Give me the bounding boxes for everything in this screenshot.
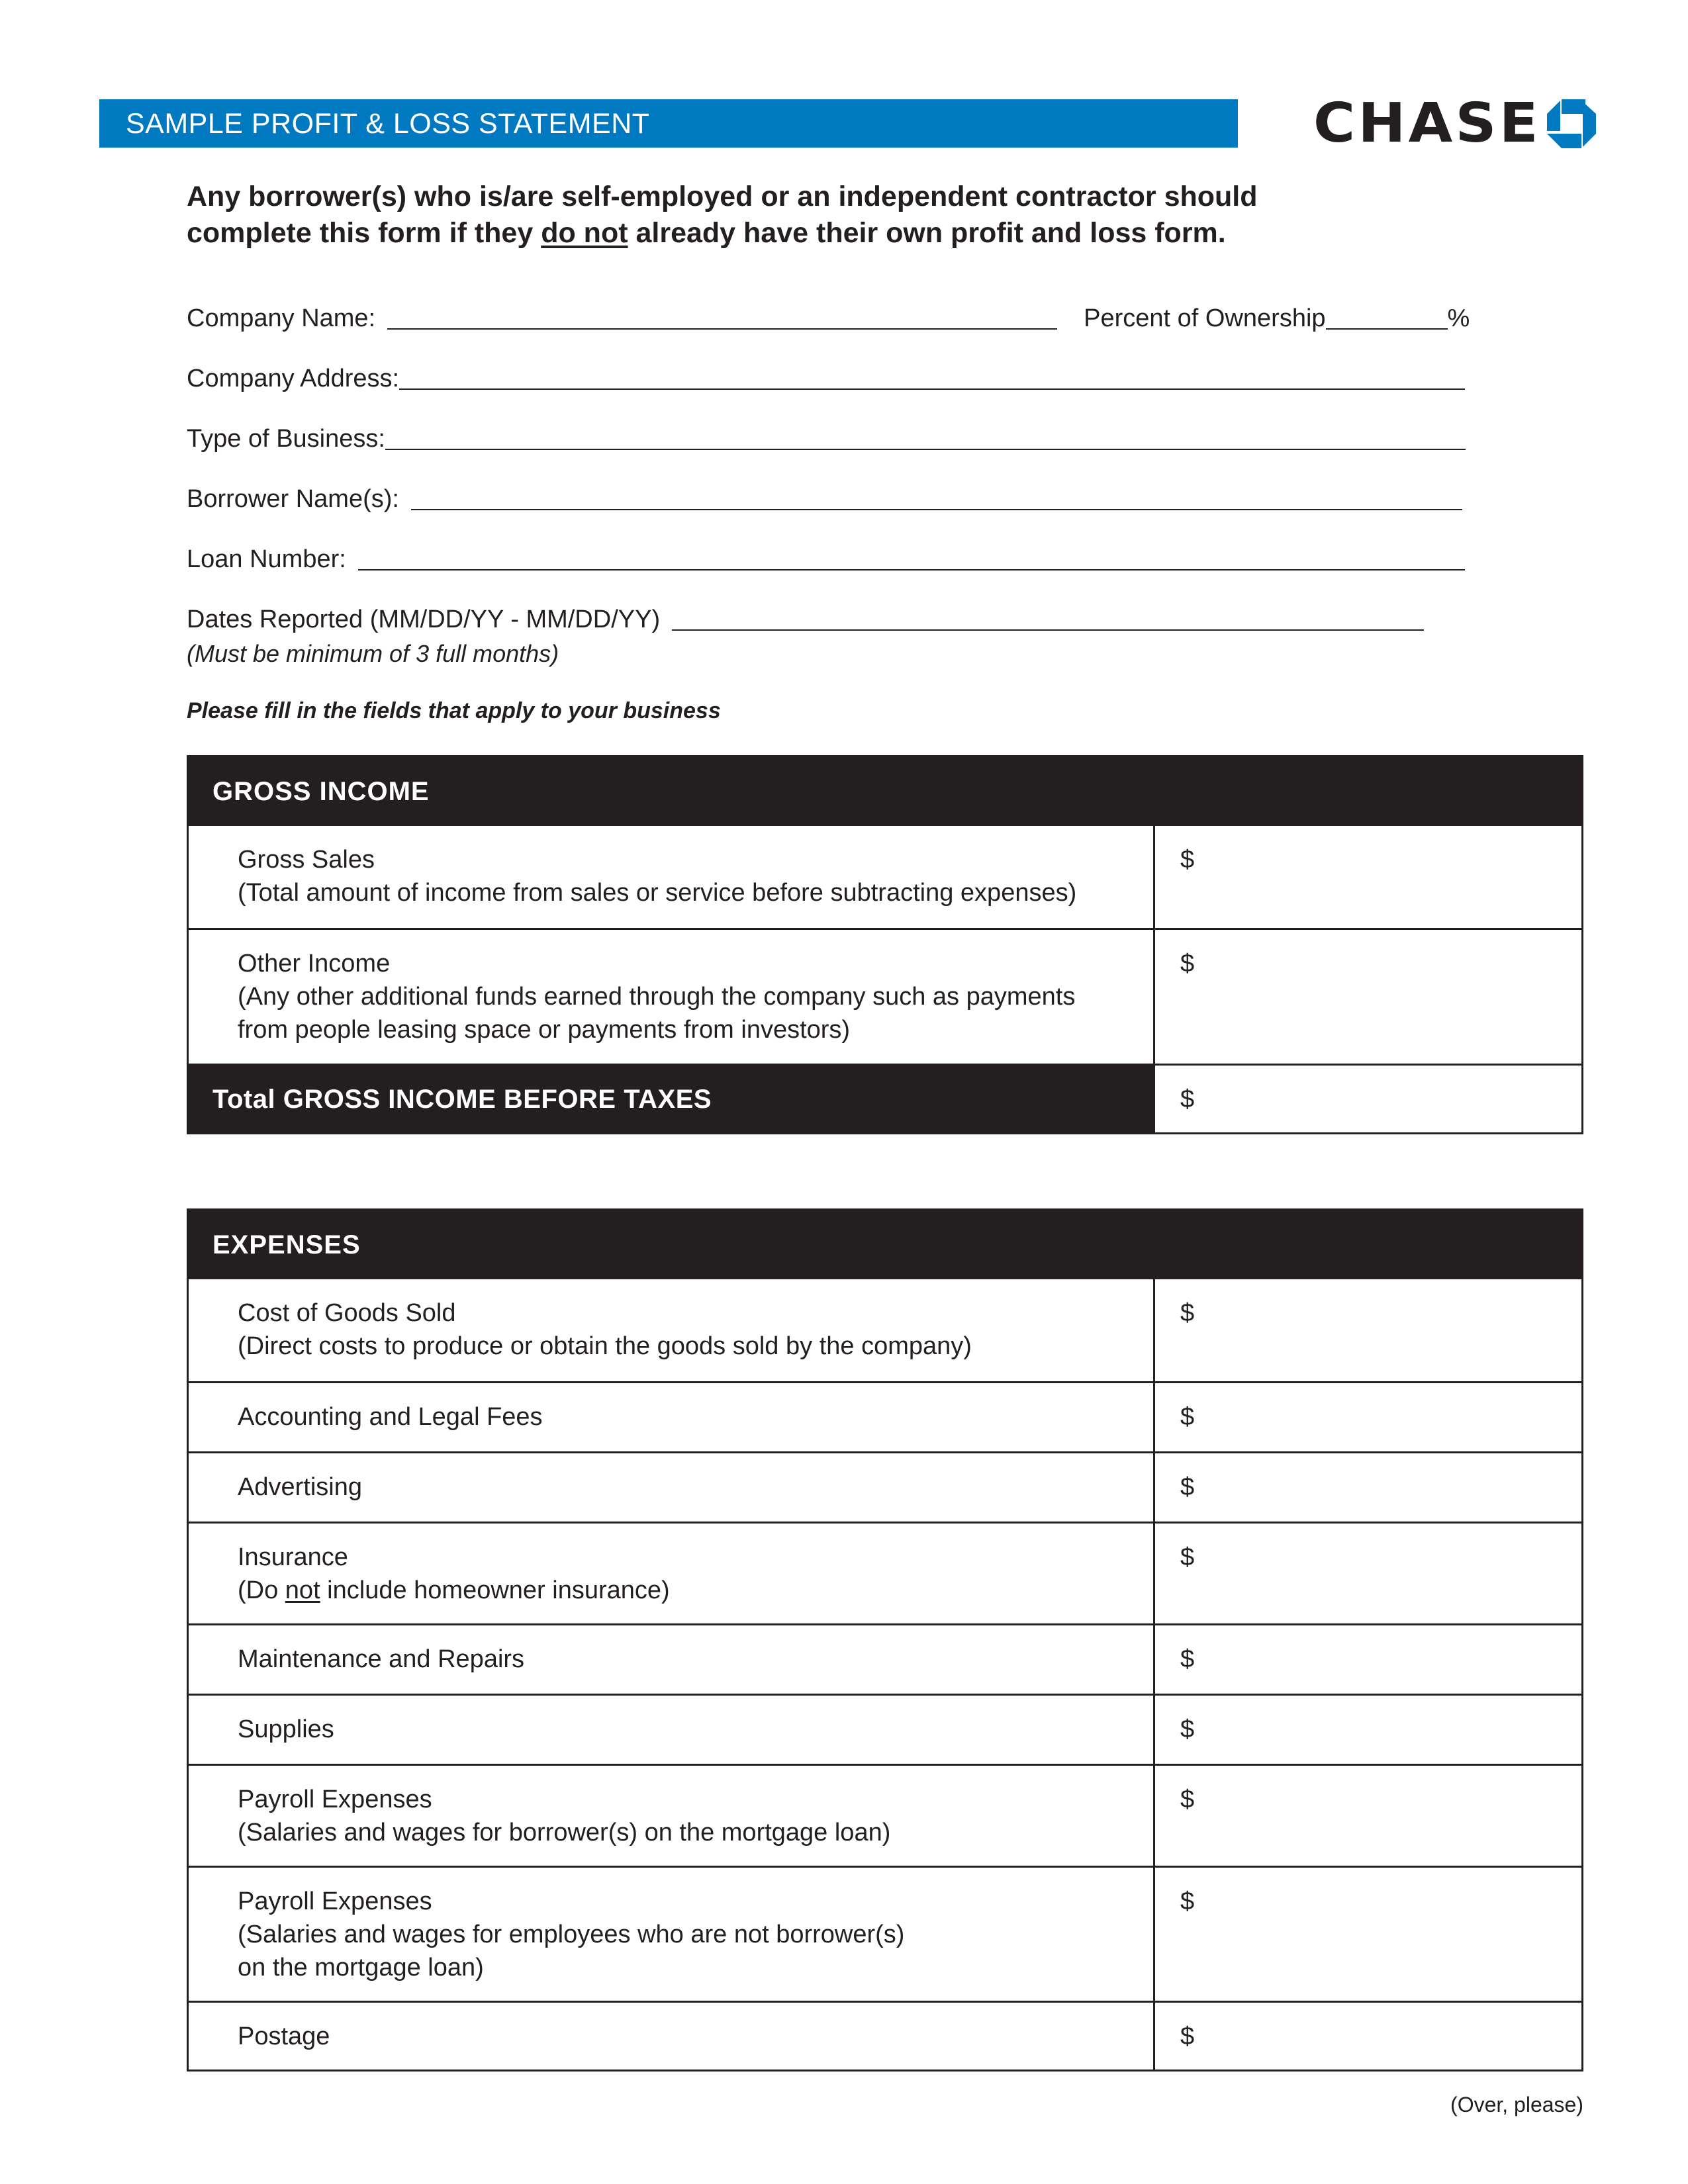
dollar-sign: $	[1180, 1403, 1195, 1431]
type-of-business-row: Type of Business:	[187, 422, 1466, 455]
chase-octagon-icon	[1547, 99, 1597, 148]
postage-amount-field[interactable]: $	[1155, 2003, 1581, 2070]
logo-wordmark: CHASE	[1313, 92, 1541, 155]
borrower-names-label: Borrower Name(s):	[187, 485, 399, 513]
expenses-heading: EXPENSES	[189, 1210, 1581, 1279]
title-bar: SAMPLE PROFIT & LOSS STATEMENT	[99, 99, 1238, 148]
insurance-amount-field[interactable]: $	[1155, 1524, 1581, 1623]
supplies-amount-field[interactable]: $	[1155, 1696, 1581, 1764]
instruction-text: Please fill in the fields that apply to …	[187, 698, 721, 723]
dollar-sign: $	[1180, 1645, 1195, 1673]
gross-income-heading: GROSS INCOME	[189, 757, 1581, 826]
table-row: Supplies $	[189, 1694, 1581, 1764]
row-label: Accounting and Legal Fees	[238, 1403, 543, 1431]
dates-reported-label: Dates Reported (MM/DD/YY - MM/DD/YY)	[187, 606, 661, 633]
row-label: Other Income	[238, 950, 391, 978]
row-label: Insurance	[238, 1543, 348, 1571]
dates-reported-field[interactable]	[672, 629, 1425, 631]
type-of-business-label: Type of Business:	[187, 425, 385, 453]
row-label: Supplies	[238, 1715, 334, 1743]
intro-line-1: Any borrower(s) who is/are self-employed…	[187, 181, 1258, 212]
row-detail: (Any other additional funds earned throu…	[238, 983, 1076, 1011]
dollar-sign: $	[1180, 1786, 1195, 1813]
over-please-note: (Over, please)	[1450, 2093, 1583, 2116]
row-detail: (Direct costs to produce or obtain the g…	[238, 1332, 972, 1360]
percent-suffix: %	[1447, 304, 1470, 332]
loan-number-label: Loan Number:	[187, 545, 346, 573]
dollar-sign: $	[1180, 1543, 1195, 1571]
total-prefix: Total	[212, 1084, 283, 1114]
dollar-sign: $	[1180, 846, 1195, 874]
payroll-borrowers-amount-field[interactable]: $	[1155, 1766, 1581, 1866]
row-detail-cont: on the mortgage loan)	[238, 1954, 484, 1981]
table-row: Payroll Expenses (Salaries and wages for…	[189, 1764, 1581, 1866]
row-detail: (Total amount of income from sales or se…	[238, 879, 1077, 907]
row-label: Payroll Expenses	[238, 1888, 432, 1915]
loan-number-field[interactable]	[357, 569, 1465, 570]
table-row: Gross Sales (Total amount of income from…	[189, 826, 1581, 928]
expenses-table: EXPENSES Cost of Goods Sold (Direct cost…	[187, 1208, 1583, 2071]
total-row: Total GROSS INCOME BEFORE TAXES $	[189, 1064, 1581, 1132]
maintenance-amount-field[interactable]: $	[1155, 1625, 1581, 1694]
cost-of-goods-amount-field[interactable]: $	[1155, 1279, 1581, 1381]
row-label: Cost of Goods Sold	[238, 1299, 456, 1327]
borrower-names-field[interactable]	[410, 509, 1462, 510]
row-label: Advertising	[238, 1473, 362, 1501]
advertising-amount-field[interactable]: $	[1155, 1453, 1581, 1522]
company-address-label: Company Address:	[187, 365, 400, 392]
table-row: Advertising $	[189, 1451, 1581, 1522]
table-row: Other Income (Any other additional funds…	[189, 928, 1581, 1064]
table-row: Cost of Goods Sold (Direct costs to prod…	[189, 1279, 1581, 1381]
document-title: SAMPLE PROFIT & LOSS STATEMENT	[126, 108, 650, 140]
loan-number-row: Loan Number:	[187, 543, 1465, 576]
table-row: Accounting and Legal Fees $	[189, 1381, 1581, 1451]
type-of-business-field[interactable]	[385, 449, 1466, 450]
dollar-sign: $	[1180, 2023, 1195, 2050]
emphasis-do-not: do not	[541, 217, 628, 249]
total-label: GROSS INCOME BEFORE TAXES	[283, 1084, 712, 1114]
row-label: Postage	[238, 2023, 330, 2050]
row-label: Maintenance and Repairs	[238, 1645, 525, 1673]
emphasis-not: not	[285, 1576, 320, 1604]
chase-logo: CHASE	[1313, 92, 1597, 155]
row-label: Gross Sales	[238, 846, 375, 874]
gross-income-table: GROSS INCOME Gross Sales (Total amount o…	[187, 755, 1583, 1134]
percent-ownership-label: Percent of Ownership	[1084, 304, 1326, 332]
total-gross-income-field[interactable]: $	[1155, 1066, 1581, 1132]
payroll-employees-amount-field[interactable]: $	[1155, 1868, 1581, 2001]
table-row: Postage $	[189, 2001, 1581, 2070]
dates-reported-note: (Must be minimum of 3 full months)	[187, 640, 559, 667]
company-name-label: Company Name:	[187, 304, 376, 332]
borrower-names-row: Borrower Name(s):	[187, 482, 1462, 516]
company-name-field[interactable]	[387, 328, 1058, 330]
row-label: Payroll Expenses	[238, 1786, 432, 1813]
dates-reported-row: Dates Reported (MM/DD/YY - MM/DD/YY)	[187, 603, 1425, 636]
company-address-field[interactable]	[399, 388, 1466, 390]
dollar-sign: $	[1180, 1085, 1195, 1113]
table-row: Maintenance and Repairs $	[189, 1623, 1581, 1694]
other-income-amount-field[interactable]: $	[1155, 930, 1581, 1064]
percent-ownership-field[interactable]	[1325, 328, 1448, 330]
row-detail-cont: from people leasing space or payments fr…	[238, 1016, 851, 1044]
dollar-sign: $	[1180, 1473, 1195, 1501]
row-detail: (Salaries and wages for borrower(s) on t…	[238, 1819, 891, 1846]
dollar-sign: $	[1180, 1299, 1195, 1327]
dollar-sign: $	[1180, 1888, 1195, 1915]
table-row: Payroll Expenses (Salaries and wages for…	[189, 1866, 1581, 2001]
company-name-row: Company Name: Percent of Ownership %	[187, 302, 1470, 335]
gross-sales-amount-field[interactable]: $	[1155, 826, 1581, 928]
company-address-row: Company Address:	[187, 362, 1466, 395]
row-detail: (Do not include homeowner insurance)	[238, 1576, 670, 1604]
table-row: Insurance (Do not include homeowner insu…	[189, 1522, 1581, 1623]
dollar-sign: $	[1180, 950, 1195, 978]
intro-line-2: complete this form if they do not alread…	[187, 217, 1226, 249]
accounting-legal-amount-field[interactable]: $	[1155, 1383, 1581, 1451]
row-detail: (Salaries and wages for employees who ar…	[238, 1921, 905, 1948]
dollar-sign: $	[1180, 1715, 1195, 1743]
intro-text: Any borrower(s) who is/are self-employed…	[187, 179, 1444, 251]
